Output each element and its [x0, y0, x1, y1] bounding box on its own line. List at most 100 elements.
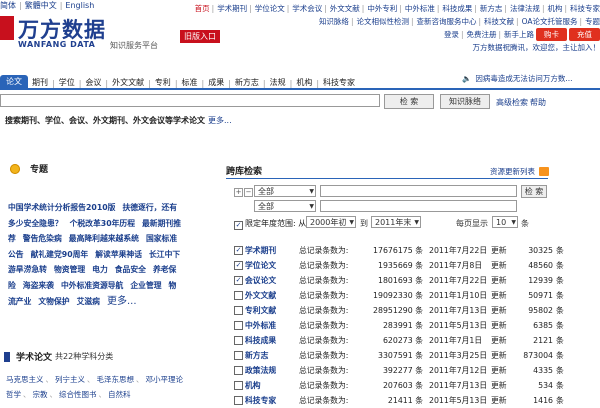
- topic-link[interactable]: 个税改革30年历程: [70, 219, 135, 228]
- year-to-select[interactable]: 2011年末▼: [371, 216, 421, 228]
- database-name-link[interactable]: 专利文献: [245, 306, 276, 315]
- search-tab[interactable]: 专利: [151, 77, 175, 88]
- top-nav-link[interactable]: 外文文献: [330, 2, 360, 15]
- search-input[interactable]: [0, 94, 380, 107]
- topic-link[interactable]: 物资管理: [54, 265, 85, 274]
- limit-year-checkbox[interactable]: ✓: [234, 221, 243, 230]
- top-nav-link[interactable]: OA论文托管服务: [522, 15, 578, 28]
- top-nav-link[interactable]: 法律法规: [510, 2, 540, 15]
- subject-category-link[interactable]: 马克思主义: [6, 375, 44, 384]
- hint-more-link[interactable]: 更多...: [208, 116, 232, 125]
- top-nav-link[interactable]: 学位论文: [255, 2, 285, 15]
- top-nav-link[interactable]: 学术会议: [292, 2, 322, 15]
- top-nav-link[interactable]: 机构: [547, 2, 562, 15]
- subject-category-link[interactable]: 邓小平理论: [146, 375, 184, 384]
- search-tab[interactable]: 会议: [81, 77, 105, 88]
- topic-link[interactable]: 警告危染病: [23, 234, 62, 243]
- resource-update-list-link[interactable]: 资源更新列表: [490, 166, 549, 177]
- top-nav-link[interactable]: 新手上路: [504, 30, 534, 39]
- database-checkbox[interactable]: [234, 366, 243, 375]
- topic-link[interactable]: 电力: [92, 265, 108, 274]
- database-name-link[interactable]: 学位论文: [245, 261, 276, 270]
- topic-link[interactable]: 最高降利越来越系统: [69, 234, 139, 243]
- top-nav-link[interactable]: 科技成果: [442, 2, 472, 15]
- top-nav-link[interactable]: 新方志: [480, 2, 503, 15]
- topic-link[interactable]: 解读苹果神话: [95, 250, 142, 259]
- search-tab[interactable]: 期刊: [28, 77, 52, 88]
- search-button[interactable]: 检 索: [384, 94, 434, 109]
- subject-category-link[interactable]: 自然科: [108, 390, 131, 399]
- database-name-link[interactable]: 外文文献: [245, 291, 276, 300]
- topic-link[interactable]: 中外标准资源导航: [61, 281, 123, 290]
- top-nav-link[interactable]: 免费注册: [466, 30, 496, 39]
- database-checkbox[interactable]: [234, 381, 243, 390]
- database-checkbox[interactable]: [234, 306, 243, 315]
- subject-category-link[interactable]: 综合性图书: [59, 390, 97, 399]
- database-name-link[interactable]: 新方志: [245, 351, 268, 360]
- topic-link[interactable]: 食品安全: [115, 265, 146, 274]
- database-checkbox[interactable]: ✓: [234, 261, 243, 270]
- recharge-button[interactable]: 充值: [569, 28, 600, 41]
- database-name-link[interactable]: 科技专家: [245, 396, 276, 405]
- search-tab[interactable]: 标准: [178, 77, 202, 88]
- search-tab[interactable]: 新方志: [231, 77, 263, 88]
- add-row-icon[interactable]: +: [234, 188, 243, 197]
- buy-card-button[interactable]: 购卡: [536, 28, 567, 41]
- search-tab[interactable]: 法规: [266, 77, 290, 88]
- top-nav-link[interactable]: 知识脉络: [319, 15, 349, 28]
- topic-link[interactable]: 中国学术统计分析报告2010版: [8, 203, 115, 212]
- tab-papers[interactable]: 论文: [0, 75, 28, 88]
- topic-link[interactable]: 海盗来袭: [23, 281, 54, 290]
- database-checkbox[interactable]: ✓: [234, 246, 243, 255]
- top-nav-link[interactable]: 学术期刊: [217, 2, 247, 15]
- per-page-select[interactable]: 10▼: [492, 216, 518, 228]
- help-link[interactable]: 帮助: [530, 97, 546, 108]
- lang-english-link[interactable]: English: [65, 1, 94, 10]
- topic-link[interactable]: 献礼建党90周年: [31, 250, 89, 259]
- cross-search-input-2[interactable]: [320, 200, 517, 212]
- database-name-link[interactable]: 政策法规: [245, 366, 276, 375]
- topic-link[interactable]: 企业管理: [130, 281, 161, 290]
- search-tab[interactable]: 学位: [55, 77, 79, 88]
- search-tab[interactable]: 外文文献: [108, 77, 148, 88]
- subject-category-link[interactable]: 毛泽东思想: [97, 375, 135, 384]
- advanced-search-link[interactable]: 高级检索: [496, 97, 528, 108]
- top-nav-link[interactable]: 科技专家: [570, 2, 600, 15]
- cross-search-input-1[interactable]: [320, 185, 517, 197]
- subject-category-link[interactable]: 宗教: [33, 390, 48, 399]
- database-checkbox[interactable]: [234, 321, 243, 330]
- field-select-2[interactable]: 全部▼: [254, 200, 316, 212]
- field-select-1[interactable]: 全部▼: [254, 185, 316, 197]
- database-checkbox[interactable]: [234, 396, 243, 405]
- remove-row-icon[interactable]: −: [244, 188, 253, 197]
- top-nav-link[interactable]: 查新咨询服务中心: [417, 15, 477, 28]
- top-nav-link[interactable]: 中外标准: [405, 2, 435, 15]
- database-name-link[interactable]: 学术期刊: [245, 246, 276, 255]
- database-name-link[interactable]: 会议论文: [245, 276, 276, 285]
- topic-link[interactable]: 艾滋病: [77, 297, 100, 306]
- topics-more-link[interactable]: 更多...: [107, 296, 137, 307]
- subject-category-link[interactable]: 哲学: [6, 390, 21, 399]
- search-tab[interactable]: 机构: [292, 77, 316, 88]
- top-nav-link[interactable]: 论文相似性检测: [356, 15, 409, 28]
- topic-link[interactable]: 文物保护: [38, 297, 69, 306]
- top-nav-link[interactable]: 科技文献: [484, 15, 514, 28]
- database-name-link[interactable]: 机构: [245, 381, 261, 390]
- top-nav-link[interactable]: 登录: [444, 30, 459, 39]
- knowledge-vein-button[interactable]: 知识脉络: [440, 94, 490, 109]
- database-checkbox[interactable]: [234, 291, 243, 300]
- database-checkbox[interactable]: [234, 336, 243, 345]
- lang-traditional-link[interactable]: 繁體中文: [25, 1, 57, 10]
- subject-category-link[interactable]: 列宁主义: [55, 375, 85, 384]
- lang-simplified-link[interactable]: 简体: [0, 1, 16, 10]
- top-nav-link[interactable]: 中外专利: [367, 2, 397, 15]
- search-tab[interactable]: 成果: [204, 77, 228, 88]
- site-logo[interactable]: 万方数据 WANFANG DATA 知识服务平台: [0, 14, 140, 52]
- top-nav-link[interactable]: 首页: [195, 2, 210, 15]
- virus-notice[interactable]: 🔈 因病毒造成无法访问万方数...: [462, 73, 573, 84]
- database-checkbox[interactable]: ✓: [234, 276, 243, 285]
- database-name-link[interactable]: 中外标准: [245, 321, 276, 330]
- year-from-select[interactable]: 2000年初▼: [306, 216, 356, 228]
- top-nav-link[interactable]: 专题: [585, 15, 600, 28]
- cross-search-button[interactable]: 检 索: [521, 185, 547, 198]
